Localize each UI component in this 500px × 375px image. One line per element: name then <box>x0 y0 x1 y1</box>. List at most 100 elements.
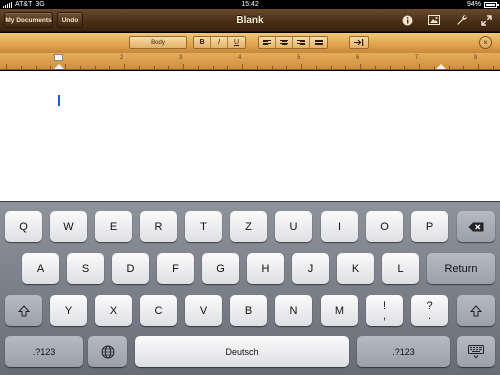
ruler-number: 5 <box>297 55 301 61</box>
ruler-tick <box>65 64 66 69</box>
key-v[interactable]: V <box>185 295 222 326</box>
key-r[interactable]: R <box>140 211 177 242</box>
key-c[interactable]: C <box>140 295 177 326</box>
ruler-tick <box>404 66 406 69</box>
ruler-tick <box>271 66 273 69</box>
key-a[interactable]: A <box>22 253 59 284</box>
right-margin-marker[interactable] <box>436 64 446 69</box>
key-m[interactable]: M <box>321 295 358 326</box>
document-canvas[interactable] <box>0 71 500 201</box>
key-u[interactable]: U <box>275 211 312 242</box>
first-line-indent-marker[interactable] <box>54 54 63 61</box>
return-key[interactable]: Return <box>427 253 495 284</box>
justify-icon <box>314 39 323 46</box>
backspace-key[interactable] <box>457 211 495 242</box>
ruler-tick <box>286 66 288 69</box>
left-margin-marker[interactable] <box>54 64 64 69</box>
key-p[interactable]: P <box>411 211 448 242</box>
indent-button[interactable] <box>349 36 369 49</box>
align-right-button[interactable] <box>293 37 310 48</box>
key-k[interactable]: K <box>337 253 374 284</box>
key-question-period[interactable]: ?. <box>411 295 448 326</box>
key-comma-label: , <box>382 309 387 322</box>
key-d[interactable]: D <box>112 253 149 284</box>
ruler-tick <box>242 64 243 69</box>
key-exclamation-comma[interactable]: !, <box>366 295 403 326</box>
ruler-tick <box>315 66 317 69</box>
text-style-group: B I U <box>193 36 246 49</box>
paragraph-style-button[interactable]: Body <box>129 36 187 49</box>
info-icon[interactable] <box>400 13 414 27</box>
shift-key-left[interactable] <box>5 295 42 326</box>
ruler-tick <box>389 66 391 69</box>
numbers-key-right[interactable]: .?123 <box>357 336 450 367</box>
space-key[interactable]: Deutsch <box>135 336 349 367</box>
ruler-tick <box>50 66 52 69</box>
format-toolbar: Body B I U × <box>0 33 500 53</box>
bold-label: B <box>199 39 205 46</box>
key-g[interactable]: G <box>202 253 239 284</box>
ruler-number: 7 <box>415 55 419 61</box>
ruler-number: 4 <box>238 55 242 61</box>
key-i[interactable]: I <box>321 211 358 242</box>
ruler: 2 3 4 5 6 7 8 <box>0 53 500 70</box>
ruler-tick <box>109 66 111 69</box>
key-z[interactable]: Z <box>230 211 267 242</box>
image-icon[interactable] <box>427 13 441 27</box>
ruler-tick <box>168 66 170 69</box>
dismiss-keyboard-key[interactable] <box>457 336 495 367</box>
align-center-button[interactable] <box>276 37 293 48</box>
key-s[interactable]: S <box>67 253 104 284</box>
align-left-icon <box>263 39 271 46</box>
numbers-key-left[interactable]: .?123 <box>5 336 83 367</box>
key-b[interactable]: B <box>230 295 267 326</box>
key-x[interactable]: X <box>95 295 132 326</box>
justify-button[interactable] <box>310 37 327 48</box>
key-exclamation-label: ! <box>382 299 387 312</box>
status-bar: AT&T 3G 15:42 94% <box>0 0 500 9</box>
key-l[interactable]: L <box>382 253 419 284</box>
close-toolbar-button[interactable]: × <box>479 36 492 49</box>
ruler-tick <box>94 66 96 69</box>
my-documents-button[interactable]: My Documents <box>4 12 53 28</box>
key-o[interactable]: O <box>366 211 403 242</box>
key-q[interactable]: Q <box>5 211 42 242</box>
ruler-tick <box>197 66 199 69</box>
fullscreen-icon[interactable] <box>479 13 493 27</box>
key-e[interactable]: E <box>95 211 132 242</box>
key-f[interactable]: F <box>157 253 194 284</box>
key-w[interactable]: W <box>50 211 87 242</box>
battery-percent: 94% <box>466 1 481 8</box>
italic-label: I <box>218 39 220 46</box>
italic-button[interactable]: I <box>211 37 228 48</box>
wrench-icon[interactable] <box>455 13 469 27</box>
alignment-group <box>258 36 328 49</box>
align-right-icon <box>297 39 305 46</box>
ruler-tick <box>419 64 420 69</box>
globe-key[interactable] <box>88 336 127 367</box>
bold-button[interactable]: B <box>194 37 211 48</box>
key-y[interactable]: Y <box>50 295 87 326</box>
underline-button[interactable]: U <box>228 37 245 48</box>
ruler-tick <box>345 66 347 69</box>
battery-icon <box>484 1 499 8</box>
ruler-tick <box>153 66 155 69</box>
key-h[interactable]: H <box>247 253 284 284</box>
ruler-tick <box>492 66 494 69</box>
ruler-number: 8 <box>474 55 478 61</box>
keyboard-dismiss-icon <box>468 344 484 359</box>
ruler-tick <box>374 66 376 69</box>
underline-label: U <box>233 39 240 46</box>
text-caret <box>58 95 60 106</box>
key-j[interactable]: J <box>292 253 329 284</box>
key-period-label: . <box>427 309 432 322</box>
key-t[interactable]: T <box>185 211 222 242</box>
ruler-tick <box>448 66 450 69</box>
align-left-button[interactable] <box>259 37 276 48</box>
backspace-icon <box>468 222 484 231</box>
key-n[interactable]: N <box>275 295 312 326</box>
status-right: 94% <box>466 0 499 9</box>
navigation-bar: Blank My Documents Undo <box>0 9 500 32</box>
undo-button[interactable]: Undo <box>57 12 83 28</box>
shift-key-right[interactable] <box>457 295 495 326</box>
